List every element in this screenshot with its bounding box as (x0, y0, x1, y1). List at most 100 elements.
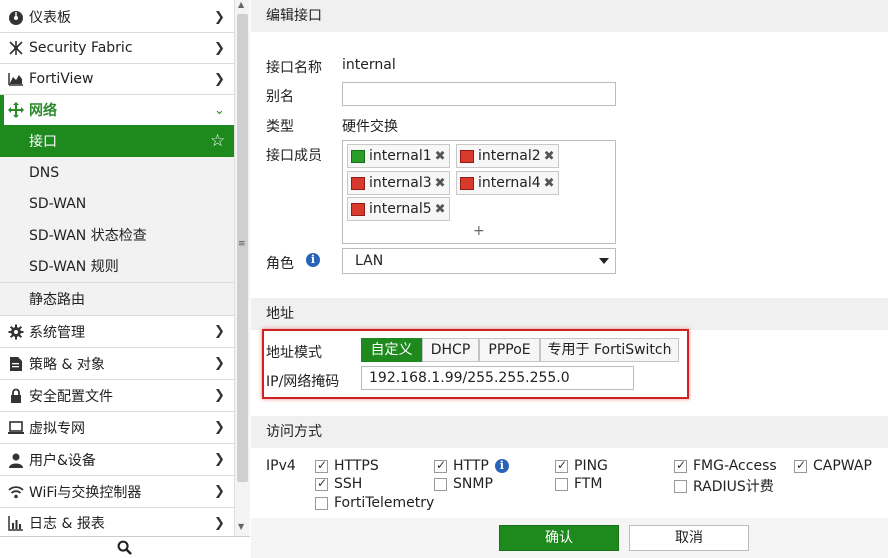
sidebar-item-dns[interactable]: DNS (0, 157, 234, 188)
remove-icon[interactable]: ✖ (544, 149, 555, 164)
caret-down-icon (599, 258, 609, 264)
member-chip[interactable]: internal3 ✖ (347, 171, 450, 195)
grip-icon: ≡ (238, 239, 246, 249)
search-icon[interactable] (117, 540, 132, 558)
policy-icon (8, 356, 24, 372)
access-ping[interactable]: PING (555, 458, 608, 474)
checkbox-unchecked[interactable] (434, 477, 447, 491)
remove-icon[interactable]: ✖ (435, 202, 446, 217)
port-down-icon (460, 176, 474, 190)
remove-icon[interactable]: ✖ (435, 176, 446, 191)
cancel-button[interactable]: 取消 (629, 525, 749, 551)
access-radius[interactable]: RADIUS计费 (674, 476, 774, 496)
info-icon[interactable]: i (494, 459, 509, 473)
bar-chart-icon (8, 515, 24, 531)
gear-icon (8, 324, 24, 340)
add-member-button[interactable]: + (473, 223, 485, 239)
checkbox-unchecked[interactable] (315, 496, 328, 510)
sidebar-item-sdwan-health-check[interactable]: SD-WAN 状态检查 (0, 219, 234, 250)
address-section-header: 地址 (251, 298, 888, 330)
dashboard-icon (8, 9, 24, 25)
mode-fortiswitch-button[interactable]: 专用于 FortiSwitch (540, 338, 679, 362)
ok-button[interactable]: 确认 (499, 525, 619, 551)
sidebar-item-security-profiles[interactable]: 安全配置文件 ❯ (0, 380, 234, 411)
scroll-up-icon[interactable]: ▲ (238, 0, 244, 9)
checkbox-checked[interactable] (674, 458, 687, 473)
member-chip[interactable]: internal5 ✖ (347, 197, 450, 221)
alias-input[interactable] (342, 82, 616, 106)
checkbox-checked[interactable] (555, 458, 568, 473)
interface-name-label: 接口名称 (266, 60, 322, 76)
chevron-right-icon: ❯ (214, 40, 225, 56)
sidebar-item-label: 系统管理 (29, 324, 85, 341)
remove-icon[interactable]: ✖ (544, 176, 555, 191)
member-chip[interactable]: internal4 ✖ (456, 171, 559, 195)
sidebar-item-network[interactable]: 网络 ⌄ (0, 95, 234, 125)
sidebar-item-label: SD-WAN 状态检查 (29, 227, 147, 244)
ipv4-label: IPv4 (266, 458, 296, 474)
access-fortitelemetry[interactable]: FortiTelemetry (315, 495, 434, 511)
chevron-right-icon: ❯ (214, 324, 225, 339)
member-chip[interactable]: internal2 ✖ (456, 144, 559, 168)
sidebar-item-log-report[interactable]: 日志 & 报表 ❯ (0, 508, 234, 538)
members-input[interactable]: internal1 ✖ internal2 ✖ internal3 ✖ inte… (342, 140, 616, 244)
ip-netmask-input[interactable]: 192.168.1.99/255.255.255.0 (361, 366, 634, 390)
access-ssh[interactable]: SSH (315, 476, 362, 492)
sidebar-item-wifi-switch[interactable]: WiFi与交换控制器 ❯ (0, 476, 234, 507)
sidebar-item-label: 仪表板 (29, 10, 71, 26)
chart-icon (8, 71, 24, 87)
access-http[interactable]: HTTP i (434, 458, 509, 474)
sidebar-scrollbar[interactable]: ▲ ≡ ▼ (234, 0, 250, 536)
option-label: FMG-Access (693, 458, 777, 474)
sidebar-item-system[interactable]: 系统管理 ❯ (0, 316, 234, 347)
access-ftm[interactable]: FTM (555, 476, 602, 492)
checkbox-checked[interactable] (315, 476, 328, 491)
chevron-right-icon: ❯ (214, 356, 225, 371)
checkbox-unchecked[interactable] (555, 477, 568, 491)
access-fmg[interactable]: FMG-Access (674, 458, 777, 474)
alias-label: 别名 (266, 89, 294, 105)
member-name: internal4 (478, 175, 541, 191)
mode-manual-button[interactable]: 自定义 (361, 338, 422, 362)
type-value: 硬件交换 (342, 119, 398, 135)
star-icon[interactable]: ☆ (210, 131, 225, 151)
access-https[interactable]: HTTPS (315, 458, 379, 474)
sidebar-item-static-routes[interactable]: 静态路由 (0, 283, 234, 315)
sidebar-search[interactable] (0, 536, 250, 558)
scroll-down-icon[interactable]: ▼ (238, 522, 244, 531)
checkbox-checked[interactable] (315, 458, 328, 473)
user-icon (8, 452, 24, 468)
access-section-header: 访问方式 (251, 416, 888, 448)
monitor-icon (8, 420, 24, 436)
checkbox-checked[interactable] (434, 458, 447, 473)
sidebar-item-interfaces[interactable]: 接口 ☆ (0, 125, 234, 157)
role-select[interactable]: LAN (342, 248, 616, 274)
wifi-icon (8, 484, 24, 500)
member-name: internal1 (369, 148, 432, 164)
sidebar-item-security-fabric[interactable]: Security Fabric ❯ (0, 33, 234, 63)
info-icon[interactable]: i (306, 253, 320, 267)
sidebar-item-sdwan[interactable]: SD-WAN (0, 188, 234, 219)
access-capwap[interactable]: CAPWAP (794, 458, 872, 474)
address-mode-label: 地址模式 (266, 345, 322, 361)
mode-pppoe-button[interactable]: PPPoE (479, 338, 540, 362)
sidebar-item-dashboard[interactable]: 仪表板 ❯ (0, 2, 234, 32)
option-label: SNMP (453, 476, 493, 492)
member-name: internal5 (369, 201, 432, 217)
checkbox-unchecked[interactable] (674, 479, 687, 493)
sidebar-item-user-device[interactable]: 用户&设备 ❯ (0, 444, 234, 475)
sidebar-item-policy-objects[interactable]: 策略 & 对象 ❯ (0, 348, 234, 379)
sidebar-item-sdwan-rules[interactable]: SD-WAN 规则 (0, 250, 234, 282)
sidebar-item-label: 静态路由 (29, 292, 85, 308)
port-down-icon (351, 176, 365, 190)
checkbox-checked[interactable] (794, 458, 807, 473)
port-up-icon (351, 149, 365, 163)
mode-dhcp-button[interactable]: DHCP (422, 338, 479, 362)
sidebar-item-vpn[interactable]: 虚拟专网 ❯ (0, 412, 234, 443)
page-title: 编辑接口 (251, 0, 888, 32)
member-chip[interactable]: internal1 ✖ (347, 144, 450, 168)
remove-icon[interactable]: ✖ (435, 149, 446, 164)
access-snmp[interactable]: SNMP (434, 476, 493, 492)
sidebar-item-fortiview[interactable]: FortiView ❯ (0, 64, 234, 94)
sidebar-item-label: WiFi与交换控制器 (29, 484, 142, 501)
